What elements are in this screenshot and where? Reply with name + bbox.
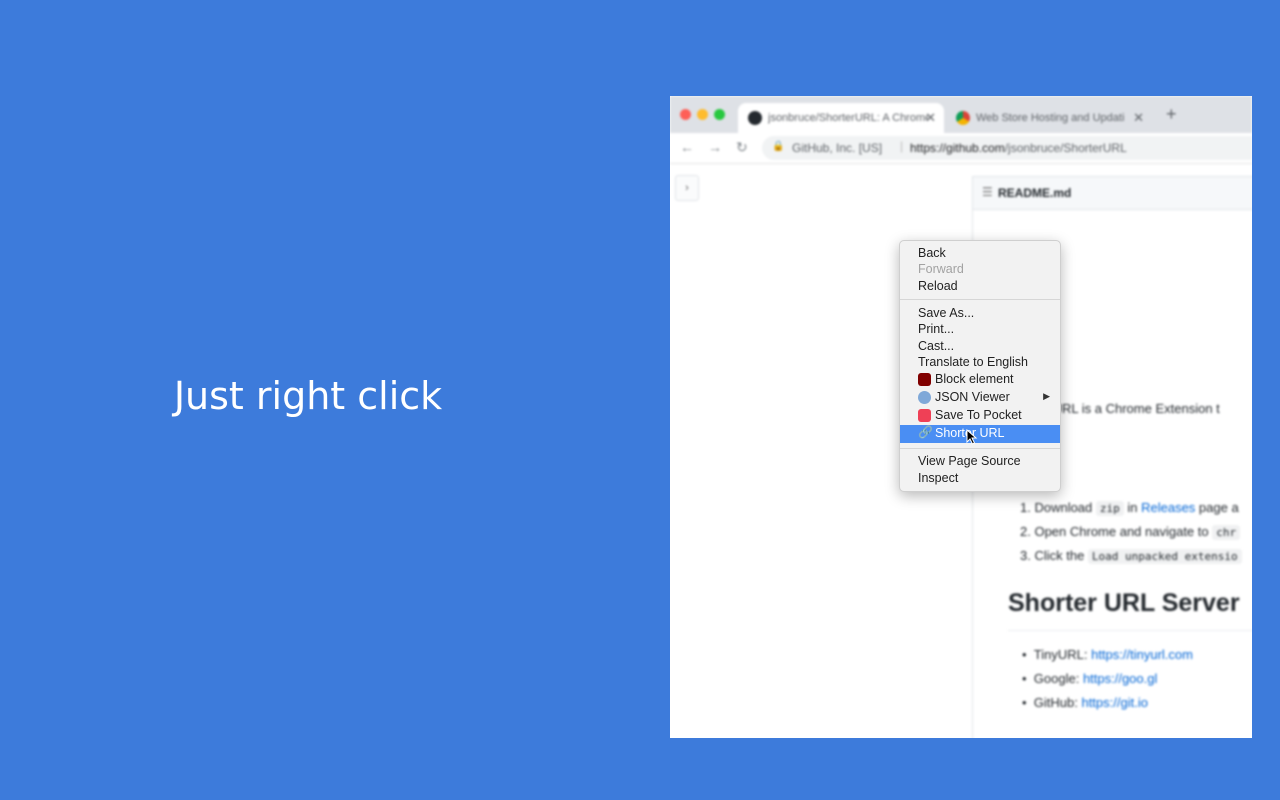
readme-filename: README.md: [998, 186, 1072, 200]
site-identity: GitHub, Inc. [US]: [792, 141, 883, 155]
menu-item-save-to-pocket[interactable]: Save To Pocket: [900, 407, 1060, 424]
menu-item-cast[interactable]: Cast...: [900, 338, 1060, 355]
list-item: 3. Click the Load unpacked extensio: [1020, 548, 1242, 564]
list-item: • GitHub: https://git.io: [1022, 695, 1148, 710]
book-icon: ☰: [982, 185, 993, 199]
list-item: 2. Open Chrome and navigate to chr: [1020, 524, 1241, 540]
link-icon: 🔗: [918, 425, 933, 439]
menu-item-print[interactable]: Print...: [900, 321, 1060, 338]
tab-strip: jsonbruce/ShorterURL: A Chrome ✕ Web Sto…: [670, 96, 1252, 133]
maximize-window-icon[interactable]: [714, 109, 725, 120]
list-item: • Google: https://goo.gl: [1022, 671, 1158, 686]
tab-shorterurl[interactable]: jsonbruce/ShorterURL: A Chrome ✕: [738, 103, 944, 133]
json-viewer-icon: [918, 391, 931, 404]
chrome-icon: [956, 111, 970, 125]
tab-title: Web Store Hosting and Updati: [976, 112, 1125, 124]
tinyurl-link[interactable]: https://tinyurl.com: [1091, 647, 1193, 662]
close-tab-icon[interactable]: ✕: [925, 110, 936, 126]
menu-item-translate[interactable]: Translate to English: [900, 354, 1060, 371]
headline: Just right click: [173, 374, 443, 418]
readme-header: ☰ README.md: [973, 177, 1252, 210]
server-heading: Shorter URL Server: [1008, 589, 1240, 617]
menu-separator: [900, 299, 1060, 300]
ublock-icon: [918, 373, 931, 386]
close-window-icon[interactable]: [680, 109, 691, 120]
menu-item-back[interactable]: Back: [900, 245, 1060, 262]
menu-item-view-source[interactable]: View Page Source: [900, 453, 1060, 470]
browser-toolbar: ← → ↻ 🔒 GitHub, Inc. [US] | https://gith…: [670, 133, 1252, 164]
github-link[interactable]: https://git.io: [1081, 695, 1147, 710]
google-link[interactable]: https://goo.gl: [1083, 671, 1157, 686]
menu-item-save-as[interactable]: Save As...: [900, 305, 1060, 322]
reload-icon[interactable]: ↻: [736, 139, 748, 156]
tab-title: jsonbruce/ShorterURL: A Chrome: [768, 112, 928, 124]
list-item: 1. Download zip in Releases page a: [1020, 500, 1239, 516]
forward-arrow-icon[interactable]: →: [708, 139, 722, 155]
menu-item-json-viewer[interactable]: JSON Viewer ▶: [900, 389, 1060, 406]
github-icon: [748, 111, 762, 125]
new-tab-icon[interactable]: +: [1166, 104, 1177, 125]
releases-link[interactable]: Releases: [1141, 500, 1195, 515]
mouse-cursor-icon: [966, 429, 978, 445]
submenu-arrow-icon: ▶: [1043, 391, 1050, 401]
menu-separator: [900, 448, 1060, 449]
close-tab-icon[interactable]: ✕: [1133, 110, 1144, 126]
divider: [1008, 630, 1252, 631]
back-arrow-icon[interactable]: ←: [680, 139, 694, 155]
divider: |: [900, 139, 904, 153]
address-bar[interactable]: 🔒 GitHub, Inc. [US] | https://github.com…: [762, 136, 1252, 160]
menu-item-reload[interactable]: Reload: [900, 278, 1060, 295]
url-text: https://github.com/jsonbruce/ShorterURL: [910, 141, 1127, 155]
pocket-icon: [918, 409, 931, 422]
menu-item-block-element[interactable]: Block element: [900, 371, 1060, 388]
menu-item-forward: Forward: [918, 262, 964, 276]
list-item: • TinyURL: https://tinyurl.com: [1022, 647, 1193, 662]
lock-icon: 🔒: [772, 141, 785, 152]
menu-item-shorter-url[interactable]: 🔗 Shorter URL: [900, 425, 1060, 443]
menu-item-inspect[interactable]: Inspect: [900, 470, 1060, 487]
sidebar-toggle-icon[interactable]: ›: [675, 175, 699, 201]
minimize-window-icon[interactable]: [697, 109, 708, 120]
context-menu: Back Forward Reload Save As... Print... …: [899, 240, 1061, 492]
tab-webstore[interactable]: Web Store Hosting and Updati ✕: [946, 103, 1152, 133]
